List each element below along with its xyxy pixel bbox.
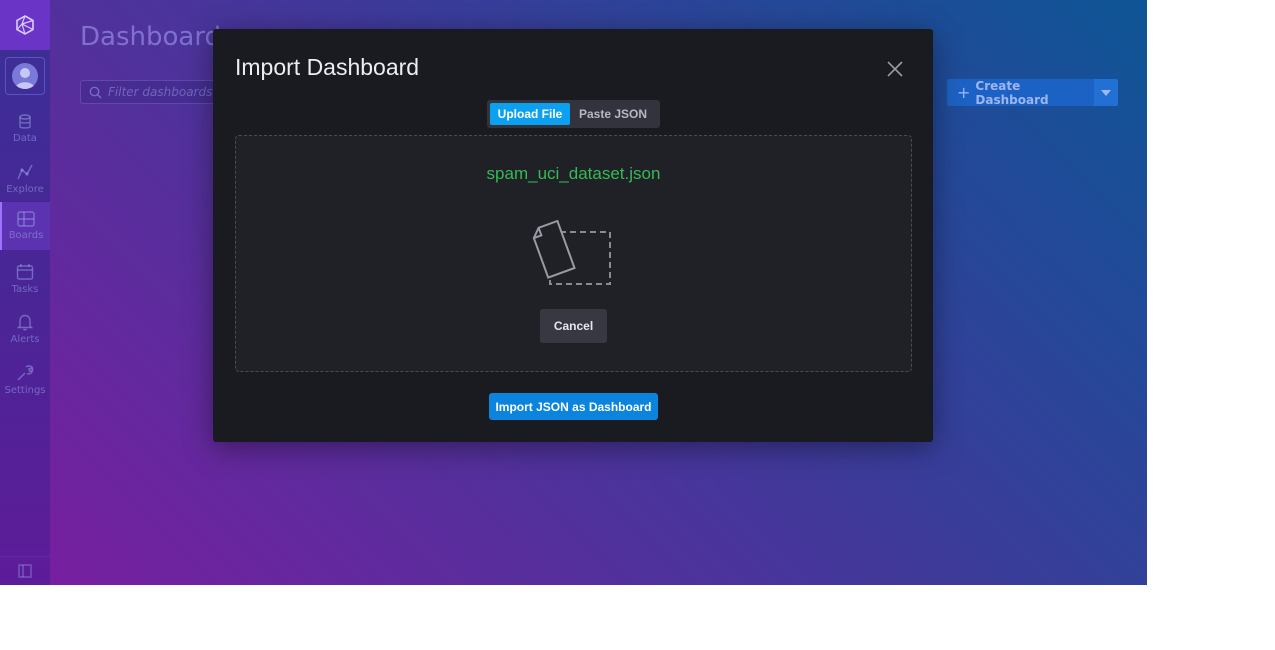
graph-icon [17,164,33,180]
dashboard-grid-icon [17,211,35,227]
sidebar-item-label: Explore [6,184,44,195]
sidebar-item-label: Settings [4,385,46,396]
logo-icon[interactable] [0,0,50,50]
app-background: Data Explore Boards Tasks Alerts Setting… [0,0,1147,585]
sidebar-item-tasks[interactable]: Tasks [0,256,50,302]
import-method-toggle: Upload File Paste JSON [487,100,660,128]
filter-placeholder: Filter dashboards... [108,85,224,99]
create-dashboard-label: Create Dashboard [975,78,1049,107]
create-dashboard-dropdown[interactable] [1094,79,1118,106]
selected-file-name: spam_uci_dataset.json [486,164,661,183]
sidebar-item-alerts[interactable]: Alerts [0,306,50,352]
file-drop-icon [532,219,611,285]
collapse-sidebar-button[interactable] [0,556,50,585]
close-icon [887,61,903,77]
sidebar-item-label: Data [13,133,37,144]
user-avatar[interactable] [5,57,45,95]
file-dropzone[interactable]: spam_uci_dataset.json Cancel [235,135,912,372]
sidebar-item-explore[interactable]: Explore [0,156,50,202]
sidebar-item-label: Boards [8,230,44,241]
tab-upload-file[interactable]: Upload File [490,103,570,125]
sidebar-item-label: Tasks [11,284,39,295]
caret-down-icon [1101,89,1111,96]
sidebar-item-settings[interactable]: Settings [0,357,50,403]
create-dashboard-button[interactable]: + Create Dashboard [947,78,1094,107]
page-title: Dashboards [80,22,235,52]
cancel-button[interactable]: Cancel [540,309,607,343]
sidebar-item-boards[interactable]: Boards [0,202,50,250]
import-json-button[interactable]: Import JSON as Dashboard [489,393,658,420]
tab-paste-json[interactable]: Paste JSON [570,103,656,125]
wrench-icon [17,365,34,381]
search-icon [89,86,102,98]
sidebar-item-data[interactable]: Data [0,106,50,152]
bell-icon [17,314,33,331]
sidebar-nav: Data Explore Boards Tasks Alerts Setting… [0,0,50,585]
plus-icon: + [957,83,971,102]
sidebar-item-label: Alerts [10,334,40,345]
avatar-icon [12,63,38,89]
close-button[interactable] [883,57,907,81]
modal-title: Import Dashboard [235,54,420,80]
collapse-icon [18,564,32,578]
import-dashboard-modal: Import Dashboard Upload File Paste JSON … [213,29,933,442]
database-icon [19,114,31,129]
calendar-icon [16,264,34,280]
